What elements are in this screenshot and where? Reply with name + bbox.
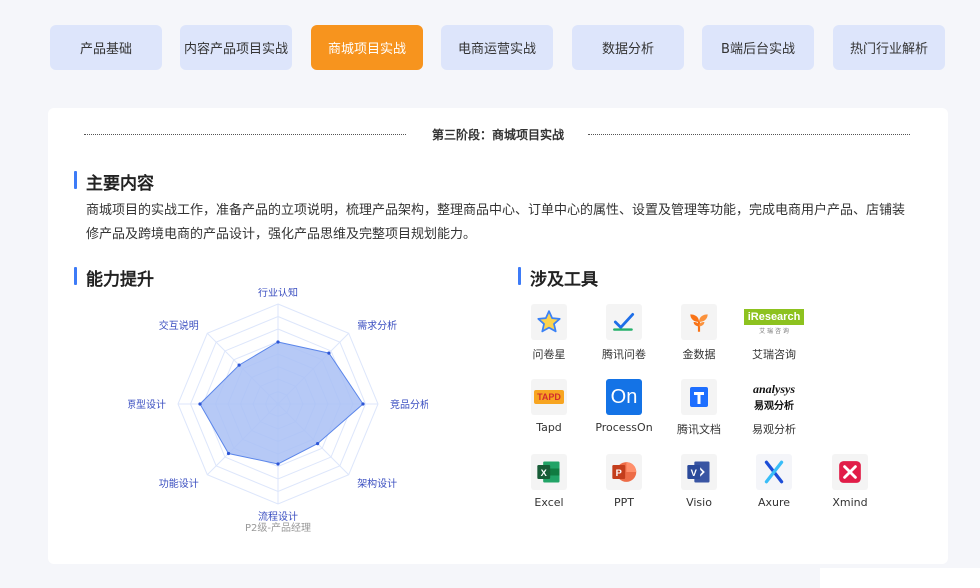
tool-name: ProcessOn <box>595 421 653 434</box>
tool-name: Tapd <box>536 421 562 434</box>
svg-text:V: V <box>691 468 698 478</box>
tool-name: 易观分析 <box>752 423 796 436</box>
tencent-docs-icon <box>681 379 717 415</box>
tool-wenjuanxing[interactable]: 问卷星 <box>519 304 579 362</box>
course-tabs: 产品基础 内容产品项目实战 商城项目实战 电商运营实战 数据分析 B端后台实战 … <box>50 25 945 70</box>
tab-b-backend[interactable]: B端后台实战 <box>702 25 814 70</box>
radar-axis-label: 需求分析 <box>357 319 397 332</box>
radar-point <box>226 451 231 456</box>
divider-right <box>588 134 910 135</box>
tool-tencent-docs[interactable]: 腾讯文档 <box>669 379 729 437</box>
tab-data-analysis[interactable]: 数据分析 <box>572 25 684 70</box>
tool-name: Axure <box>757 496 791 509</box>
tool-name: 腾讯文档 <box>677 423 721 436</box>
radar-point <box>237 363 241 367</box>
tools-heading: 涉及工具 <box>518 265 598 290</box>
tool-ppt[interactable]: P PPT <box>594 454 654 509</box>
ppt-icon: P <box>606 454 642 490</box>
check-icon <box>606 304 642 340</box>
tool-xmind[interactable]: Xmind <box>820 454 880 509</box>
tab-product-basics[interactable]: 产品基础 <box>50 25 162 70</box>
tab-industry-analysis[interactable]: 热门行业解析 <box>833 25 945 70</box>
main-content-text: 商城项目的实战工作，准备产品的立项说明，梳理产品架构，整理商品中心、订单中心的属… <box>86 203 906 242</box>
radar-point <box>327 351 331 355</box>
star-icon <box>531 304 567 340</box>
tool-processon[interactable]: On ProcessOn <box>594 379 654 434</box>
tool-visio[interactable]: V Visio <box>669 454 729 509</box>
leaf-icon <box>681 304 717 340</box>
xmind-icon <box>832 454 868 490</box>
analysys-logo: analysys 易观分析 <box>753 382 795 412</box>
tool-name: PPT <box>614 496 634 509</box>
radar-caption: P2级-产品经理 <box>245 521 311 534</box>
radar-axis-label: 行业认知 <box>258 288 298 299</box>
axure-icon <box>756 454 792 490</box>
radar-axis-label: 交互说明 <box>159 319 199 332</box>
iresearch-logo: iResearch 艾 瑞 咨 询 <box>743 304 805 340</box>
tool-axure[interactable]: Axure <box>744 454 804 509</box>
radar-point <box>276 462 280 466</box>
radar-axis-label: 架构设计 <box>357 477 397 490</box>
tool-excel[interactable]: X Excel <box>519 454 579 509</box>
tool-name: 腾讯问卷 <box>602 348 646 361</box>
tool-name: Excel <box>534 496 564 509</box>
tool-name: 问卷星 <box>532 348 566 361</box>
visio-icon: V <box>681 454 717 490</box>
tab-content-product[interactable]: 内容产品项目实战 <box>180 25 292 70</box>
tool-iresearch[interactable]: iResearch 艾 瑞 咨 询 艾瑞咨询 <box>743 304 805 362</box>
radar-point <box>198 402 202 406</box>
radar-axis-label: 竞品分析 <box>390 398 428 411</box>
tool-name: Visio <box>686 496 712 509</box>
radar-point <box>276 340 280 344</box>
excel-icon: X <box>531 454 567 490</box>
stage-card: 第三阶段：商城项目实战 主要内容 商城项目的实战工作，准备产品的立项说明，梳理产… <box>48 108 948 564</box>
main-content-heading: 主要内容 <box>74 169 154 194</box>
ability-heading: 能力提升 <box>74 265 154 290</box>
tool-analysys[interactable]: analysys 易观分析 易观分析 <box>744 379 804 437</box>
tool-tencent-survey[interactable]: 腾讯问卷 <box>594 304 654 362</box>
tool-name: 金数据 <box>682 348 716 361</box>
page-corner <box>820 568 980 588</box>
tab-mall-project[interactable]: 商城项目实战 <box>311 25 423 70</box>
radar-axis-label: 功能设计 <box>159 477 199 490</box>
radar-axis-label: 流程设计 <box>258 510 298 523</box>
tab-ecommerce-ops[interactable]: 电商运营实战 <box>441 25 553 70</box>
tool-name: 艾瑞咨询 <box>752 348 796 361</box>
radar-area <box>199 341 364 465</box>
svg-text:P: P <box>616 468 622 478</box>
processon-logo: On <box>606 379 642 415</box>
tool-tapd[interactable]: TAPD Tapd <box>519 379 579 434</box>
svg-text:X: X <box>541 468 548 478</box>
radar-axis-label: 原型设计 <box>128 398 166 411</box>
tool-name: Xmind <box>832 496 868 509</box>
tapd-logo: TAPD <box>531 379 567 415</box>
ability-radar-chart: 行业认知需求分析竞品分析架构设计流程设计 功能设计 原型设计 交互说明 P2级-产品经… <box>128 288 428 534</box>
tool-jinshuju[interactable]: 金数据 <box>669 304 729 362</box>
radar-point <box>361 402 365 406</box>
radar-point <box>315 441 320 446</box>
